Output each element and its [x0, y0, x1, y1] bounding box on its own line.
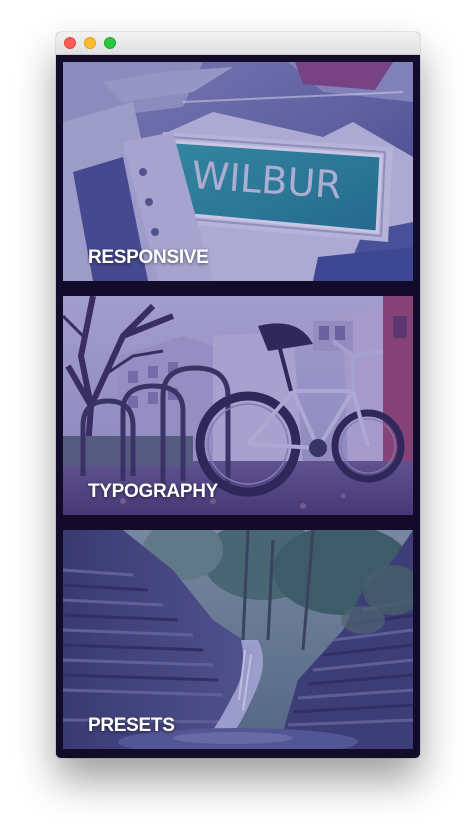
- card-label-presets: PRESETS: [88, 715, 175, 736]
- card-presets[interactable]: PRESETS: [63, 530, 413, 749]
- card-responsive[interactable]: WILBUR RESPONSIVE: [63, 62, 413, 281]
- window-titlebar: [56, 32, 420, 55]
- close-window-button[interactable]: [64, 37, 76, 49]
- minimize-window-button[interactable]: [84, 37, 96, 49]
- card-list: WILBUR RESPONSIVE TYPOGRAPHY PRESETS: [56, 55, 420, 758]
- app-window: WILBUR RESPONSIVE TYPOGRAPHY PRESETS: [56, 32, 420, 758]
- card-label-responsive: RESPONSIVE: [88, 247, 209, 268]
- zoom-window-button[interactable]: [104, 37, 116, 49]
- card-label-typography: TYPOGRAPHY: [88, 481, 219, 502]
- card-typography[interactable]: TYPOGRAPHY: [63, 296, 413, 515]
